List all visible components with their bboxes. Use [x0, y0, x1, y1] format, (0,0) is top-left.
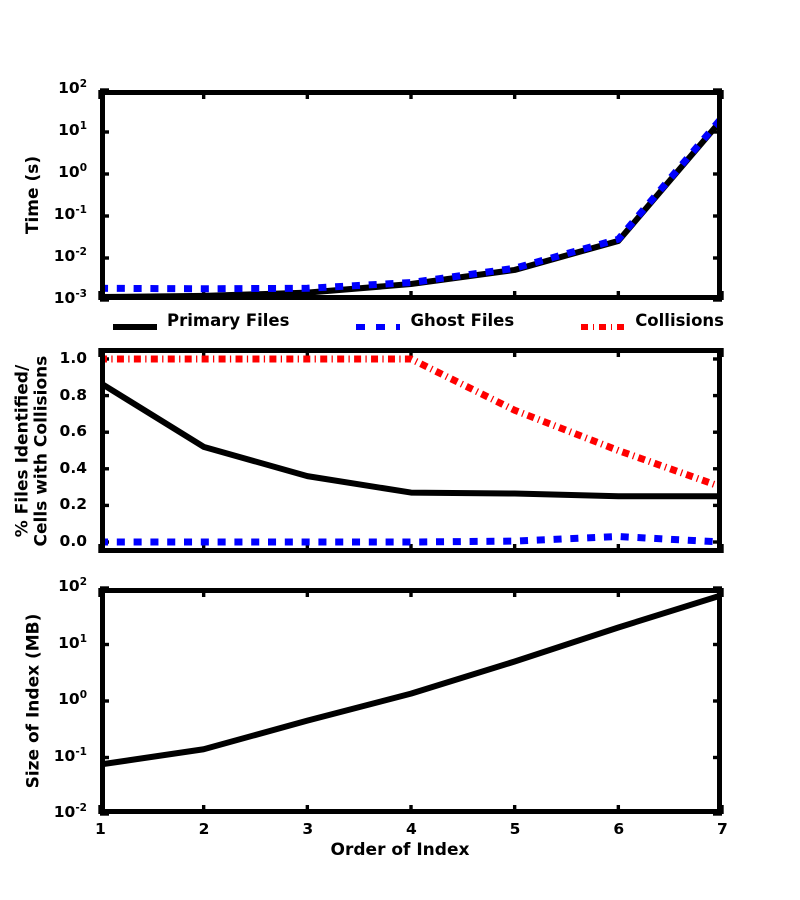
legend-entry-collisions: Collisions [580, 311, 724, 330]
xtick-label: 1 [95, 820, 106, 838]
x-axis-label: Order of Index [330, 840, 470, 860]
ytick-label: 10-1 [53, 745, 87, 765]
legend-entry-ghost-files: Ghost Files [355, 311, 514, 330]
ytick-label: 10-1 [53, 203, 87, 223]
panel-index-size-plot [98, 586, 724, 816]
legend: Primary Files Ghost Files Collisions [112, 306, 724, 334]
ytick-label: 10-3 [53, 287, 87, 307]
legend-label-collisions: Collisions [635, 310, 724, 330]
ytick-label: 100 [58, 688, 87, 708]
xtick-label: 4 [406, 820, 417, 838]
series-size-of-index [100, 592, 722, 768]
panel-files-identified-ylabel-line2: Cells with Collisions [30, 355, 51, 546]
xtick-label: 7 [717, 820, 728, 838]
panel-files-identified-ylabel: % Files Identified/ Cells with Collision… [11, 355, 51, 546]
panel-files-identified-ylabel-line1: % Files Identified/ [11, 364, 32, 537]
panel-index-size [98, 586, 724, 816]
series-primary-files [100, 379, 722, 500]
ytick-label: 10-2 [53, 245, 87, 265]
ytick-label: 0.8 [59, 385, 87, 404]
panel-index-size-ylabel: Size of Index (MB) [22, 613, 43, 789]
series-primary-files [100, 116, 722, 300]
ytick-label: 101 [58, 119, 87, 139]
legend-entry-primary-files: Primary Files [112, 311, 289, 330]
xtick-label: 6 [613, 820, 625, 838]
panel-files-identified-plot [98, 348, 724, 553]
panel-time [98, 88, 724, 302]
ytick-label: 0.0 [59, 532, 87, 551]
legend-label-ghost-files: Ghost Files [410, 310, 515, 330]
ytick-label: 0.6 [59, 422, 87, 441]
series-collisions [100, 355, 722, 491]
xtick-label: 5 [509, 820, 521, 838]
ytick-label: 0.4 [59, 458, 87, 477]
ytick-label: 100 [58, 161, 87, 181]
ytick-label: 101 [58, 632, 87, 652]
figure-root: Time (s) 102 101 100 10-1 10-2 10-3 Primary F… [0, 0, 800, 900]
legend-swatch-collisions [580, 317, 626, 330]
panel-files-identified [98, 348, 724, 553]
panel-time-plot [98, 88, 724, 302]
legend-swatch-ghost-files [355, 317, 401, 330]
series-ghost-files [100, 115, 722, 293]
xtick-label: 3 [302, 820, 314, 838]
ytick-label: 10-2 [53, 801, 87, 821]
xtick-label: 2 [198, 820, 210, 838]
axes-frame [100, 90, 722, 300]
ytick-label: 102 [58, 575, 87, 595]
series-ghost-files [100, 533, 722, 546]
legend-label-primary-files: Primary Files [167, 310, 290, 330]
ytick-label: 102 [58, 77, 87, 97]
ytick-label: 0.2 [59, 495, 87, 514]
ytick-label: 1.0 [59, 348, 87, 367]
panel-time-ylabel: Time (s) [23, 155, 44, 235]
legend-swatch-primary-files [112, 317, 158, 330]
